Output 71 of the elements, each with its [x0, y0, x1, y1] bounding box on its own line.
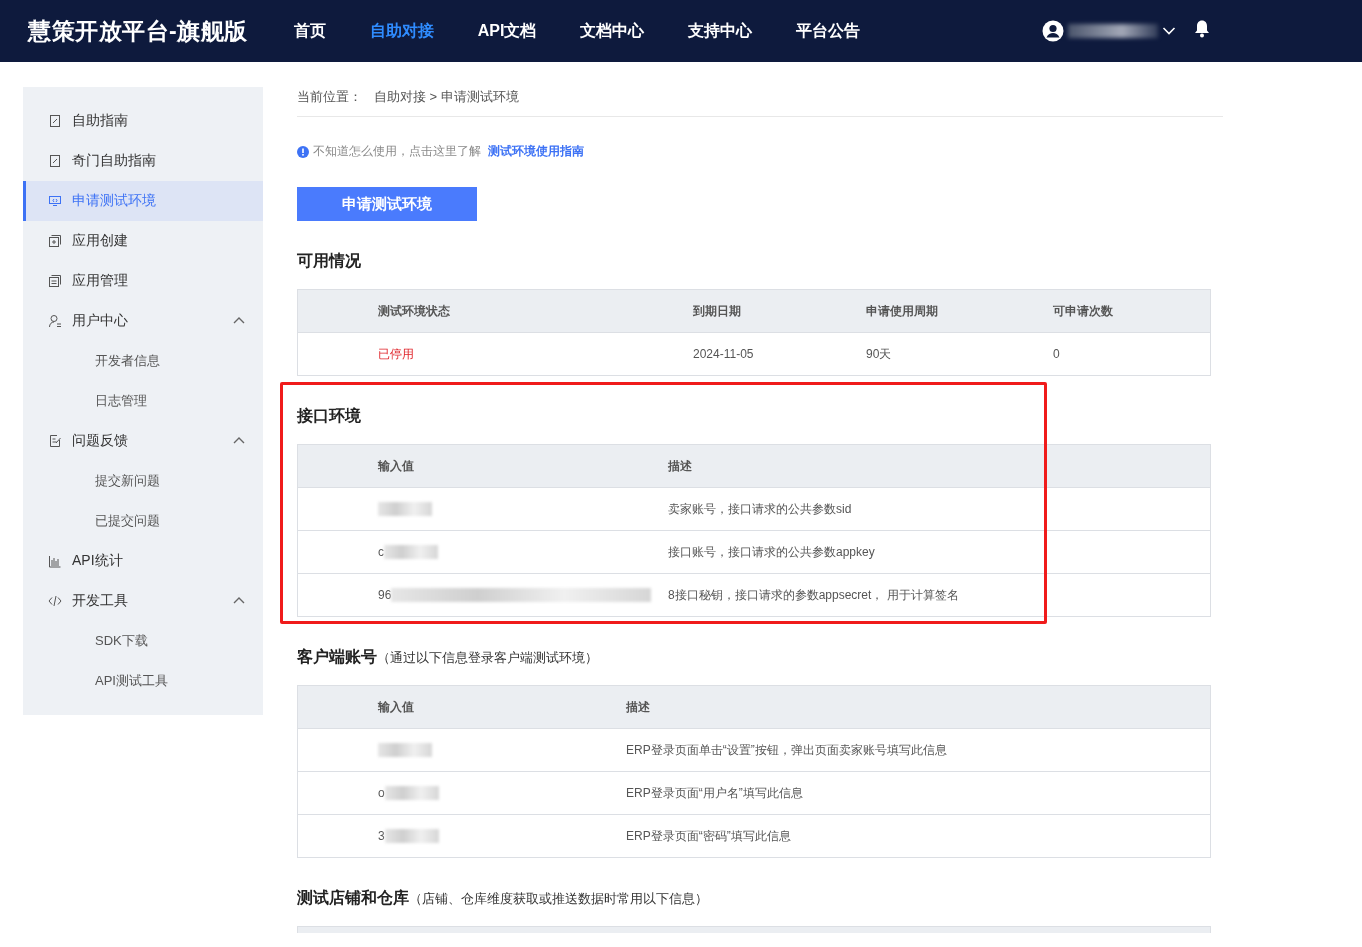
column-header: 描述	[626, 698, 651, 716]
section-title: 可用情况	[297, 251, 361, 271]
sidebar-item[interactable]: API统计	[23, 541, 263, 581]
table-cell-text: ERP登录页面“密码”填写此信息	[626, 827, 792, 845]
section-note: （通过以下信息登录客户端测试环境）	[377, 649, 598, 667]
table-cell-text: 8接口秘钥，接口请求的参数appsecret， 用于计算签名	[668, 586, 960, 604]
table-cell-text: 2024-11-05	[693, 347, 755, 361]
section-title: 测试店铺和仓库	[297, 888, 409, 908]
sidebar-subitem[interactable]: 开发者信息	[23, 341, 263, 381]
avatar-icon[interactable]	[1042, 20, 1064, 42]
column-header: 申请使用周期	[866, 302, 939, 320]
compass-document-icon	[48, 154, 62, 168]
column-header: 测试环境状态	[378, 302, 451, 320]
status-text: 已停用	[378, 345, 415, 363]
breadcrumb-label: 当前位置：	[297, 88, 362, 106]
sidebar-item[interactable]: 申请测试环境	[23, 181, 263, 221]
sidebar-subitem[interactable]: 提交新问题	[23, 461, 263, 501]
section-title: 客户端账号	[297, 647, 377, 667]
chevron-up-icon[interactable]	[233, 596, 245, 604]
table-cell: 3	[378, 829, 385, 843]
column-header: 可申请次数	[1053, 302, 1114, 320]
edit-document-icon	[48, 434, 62, 448]
nav-tab[interactable]: 自助对接	[347, 0, 456, 62]
chevron-up-icon[interactable]	[233, 436, 245, 444]
bar-chart-icon	[48, 554, 62, 568]
sidebar-subitem[interactable]: 已提交问题	[23, 501, 263, 541]
nav-tab[interactable]: 首页	[271, 0, 348, 62]
section-note: （店铺、仓库维度获取或推送数据时常用以下信息）	[409, 890, 708, 908]
code-monitor-icon	[48, 194, 62, 208]
nav-tab[interactable]: 平台公告	[774, 0, 883, 62]
table-cell-text: ERP登录页面单击“设置”按钮，弹出页面卖家账号填写此信息	[626, 741, 948, 759]
stacked-window-icon	[48, 274, 62, 288]
table-cell-text: 卖家账号，接口请求的公共参数sid	[668, 500, 853, 518]
chevron-up-icon[interactable]	[233, 316, 245, 324]
sidebar-item[interactable]: 问题反馈	[23, 421, 263, 461]
user-icon	[48, 314, 62, 328]
platform-logo: 慧策开放平台-旗舰版	[28, 16, 248, 46]
column-header: 描述	[668, 457, 693, 475]
info-icon	[297, 145, 309, 158]
nav-tab[interactable]: 文档中心	[558, 0, 667, 62]
table-cell-text: ERP登录页面“用户名”填写此信息	[626, 784, 804, 802]
sidebar-item[interactable]: 应用管理	[23, 261, 263, 301]
table-cell-text: 0	[1053, 347, 1061, 361]
help-text: 不知道怎么使用，点击这里了解	[313, 143, 481, 160]
sidebar-item[interactable]: 自助指南	[23, 101, 263, 141]
guide-link[interactable]: 测试环境使用指南	[488, 143, 584, 160]
sidebar-subitem[interactable]: SDK下载	[23, 621, 263, 661]
table-cell-text: 90天	[866, 345, 893, 363]
section-title: 接口环境	[297, 406, 361, 426]
sidebar-item[interactable]: 奇门自助指南	[23, 141, 263, 181]
column-header: 输入值	[378, 698, 415, 716]
table-cell: c	[378, 545, 384, 559]
column-header: 输入值	[378, 457, 415, 475]
compass-document-icon	[48, 114, 62, 128]
breadcrumb-path: 自助对接 > 申请测试环境	[374, 88, 519, 106]
chevron-down-icon[interactable]	[1162, 26, 1176, 36]
sidebar-item[interactable]: 用户中心	[23, 301, 263, 341]
sidebar-item[interactable]: 应用创建	[23, 221, 263, 261]
code-icon	[48, 594, 62, 608]
column-header: 到期日期	[693, 302, 742, 320]
sidebar-item[interactable]: 开发工具	[23, 581, 263, 621]
sidebar-subitem[interactable]: 日志管理	[23, 381, 263, 421]
table-cell-text: 接口账号，接口请求的公共参数appkey	[668, 543, 876, 561]
nav-tab[interactable]: 支持中心	[666, 0, 775, 62]
table-cell: 96	[378, 588, 392, 602]
apply-button[interactable]: 申请测试环境	[297, 187, 477, 221]
bell-icon[interactable]	[1194, 18, 1210, 38]
add-window-icon	[48, 234, 62, 248]
sidebar-subitem[interactable]: API测试工具	[23, 661, 263, 701]
table-cell: o	[378, 786, 385, 800]
nav-tab[interactable]: API文档	[455, 0, 559, 62]
